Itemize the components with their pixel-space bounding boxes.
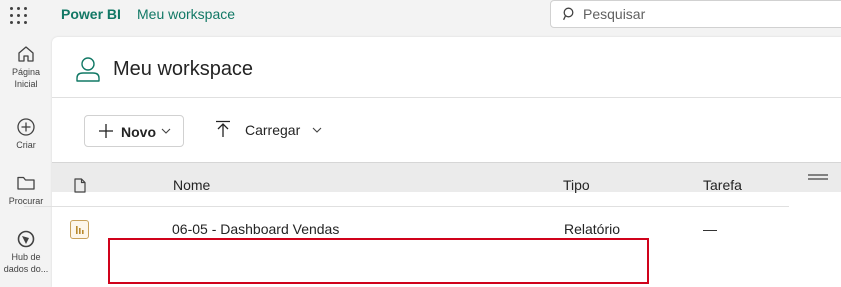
report-icon [70, 220, 89, 239]
toolbar: Novo Carregar [52, 99, 841, 162]
breadcrumb-workspace[interactable]: Meu workspace [137, 6, 235, 22]
row-name[interactable]: 06-05 - Dashboard Vendas [172, 207, 339, 251]
table-row[interactable]: 06-05 - Dashboard Vendas Relatório — [24, 207, 789, 251]
column-header-name[interactable]: Nome [173, 163, 210, 207]
search-box[interactable] [550, 0, 841, 28]
row-type: Relatório [564, 221, 621, 237]
document-icon [74, 178, 86, 193]
column-header-type[interactable]: Tipo [563, 163, 590, 207]
upload-button[interactable]: Carregar [212, 117, 332, 145]
home-icon [18, 46, 34, 62]
new-button[interactable]: Novo [84, 115, 184, 147]
person-icon [76, 57, 100, 82]
app-launcher-icon[interactable] [9, 6, 27, 24]
row-task: — [703, 221, 717, 237]
nav-create[interactable]: Criar [0, 117, 52, 151]
top-bar: Power BI Meu workspace [0, 0, 841, 32]
chevron-down-icon [161, 128, 171, 134]
nav-data-hub-label-1: Hub de [11, 252, 41, 262]
plus-icon [99, 124, 113, 138]
search-icon [563, 7, 574, 21]
column-header-task[interactable]: Tarefa [703, 163, 742, 207]
upload-button-label: Carregar [245, 122, 301, 138]
nav-home[interactable]: Página Inicial [0, 44, 52, 90]
workspace-header: Meu workspace [52, 37, 841, 98]
chevron-down-icon [312, 127, 322, 133]
upload-icon [216, 120, 230, 137]
view-options-icon[interactable] [808, 172, 828, 182]
new-button-label: Novo [121, 124, 156, 140]
nav-create-label: Criar [16, 140, 36, 150]
brand-name[interactable]: Power BI [61, 6, 121, 22]
table-header: Nome Tipo Tarefa [24, 163, 789, 207]
nav-data-hub-label-2: dados do... [3, 264, 49, 274]
nav-home-label-1: Página [11, 67, 41, 77]
plus-circle-icon [17, 118, 35, 136]
search-input[interactable] [583, 5, 833, 23]
nav-home-label-2: Inicial [14, 79, 38, 89]
page-title: Meu workspace [113, 58, 254, 80]
